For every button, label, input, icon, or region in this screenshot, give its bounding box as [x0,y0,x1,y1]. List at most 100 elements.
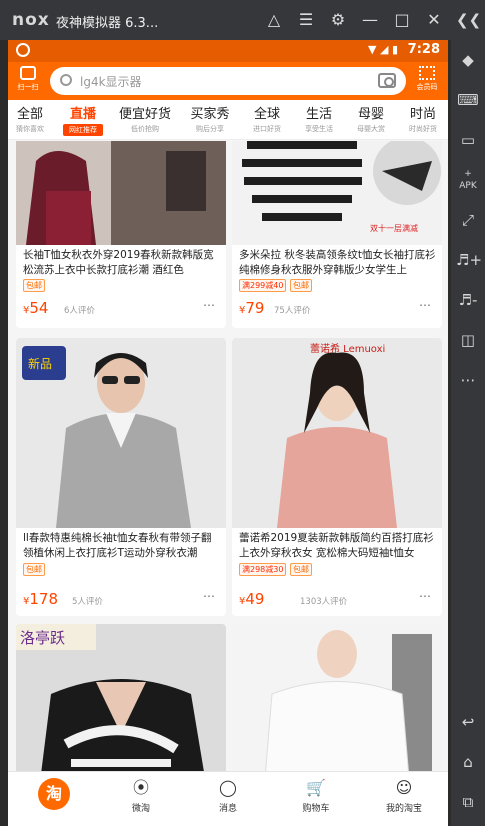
phone-screen: ▼ ◢ ▮ 7:28 扫一扫 lg4k显示器 会员码 全部 猜你喜欢 直播 网红… [8,40,448,826]
category-sub: 进口好货 [253,125,281,133]
more-icon[interactable]: ⋯ [456,368,480,392]
header-bar: 扫一扫 lg4k显示器 会员码 [8,62,448,100]
category-sub: 购后分享 [196,125,224,133]
collapse-icon[interactable]: ❮❮ [456,8,481,32]
category-name: 便宜好货 [118,107,171,122]
member-code-button[interactable]: 会员码 [412,66,442,96]
category-name: 时尚 [409,107,436,122]
apk-icon[interactable]: + APK [456,168,480,192]
product-card[interactable]: 新品 ll春款特惠纯棉长袖t恤女春秋有带领子翻领植休闲上衣打底衫T运动外穿秋衣潮… [16,338,226,616]
qr-code-icon [419,66,435,80]
product-image [16,141,226,245]
tab-label: 消息 [218,804,237,814]
review-count: 5人评价 [72,597,103,607]
tab-category-baby[interactable]: 母婴 母婴大赏 [352,103,390,134]
tab-cart[interactable]: 🛒 购物车 [286,778,346,814]
maximize-icon[interactable]: □ [390,8,414,32]
volume-down-icon[interactable]: ♬- [456,288,480,312]
product-title: 蕾诺希2019夏装新款韩版简约百搭打底衫上衣外穿秋衣女 宽松棉大码短袖t恤女 [239,532,434,559]
category-sub: 低价抢购 [131,125,159,133]
product-title: 长袖T恤女秋衣外穿2019春秋新款韩版宽松流苏上衣中长款打底衫潮 酒红色 [23,249,214,276]
tab-category-global[interactable]: 全球 进口好货 [248,103,286,134]
more-options-icon[interactable]: ⋯ [419,298,432,312]
free-shipping-tag: 包邮 [23,563,45,576]
category-sub: 网红推荐 [63,124,103,136]
discount-tag: 满299减40 [239,279,287,292]
category-name: 母婴 [357,107,384,122]
member-code-label: 会员码 [416,83,438,91]
brand-overlay-text: 洛亭跃 [20,629,65,647]
category-tabs: 全部 猜你喜欢 直播 网红推荐 便宜好货 低价抢购 买家秀 购后分享 全球 进口… [8,100,448,140]
tab-category-buyer-show[interactable]: 买家秀 购后分享 [188,103,232,134]
scan-label: 扫一扫 [17,83,39,91]
taobao-home-icon[interactable]: 淘 [38,778,70,810]
discount-tag-text: 满299减40 [242,281,284,290]
product-price: ¥79 [239,299,264,317]
pin-icon[interactable]: ◆ [456,48,480,72]
category-sub: 享受生活 [305,125,333,133]
brand-overlay-text: 蕾诺希 Lemuoxi [310,342,385,355]
product-price: ¥178 [23,590,58,608]
volume-up-icon[interactable]: ♬+ [456,248,482,272]
camera-icon[interactable] [378,73,396,88]
more-options-icon[interactable]: ⋯ [203,298,216,312]
review-count: 1303人评价 [300,597,348,607]
category-name: 全部 [16,107,43,122]
search-input[interactable]: lg4k显示器 [50,67,406,95]
promo-overlay-text: 新品 [28,356,52,371]
product-image: 双十一层满减 [232,141,442,245]
recents-icon[interactable]: ⧉ [456,790,480,814]
home-icon[interactable]: ⌂ [456,750,480,774]
tab-label: 微淘 [131,804,150,814]
tab-category-fashion[interactable]: 时尚 时尚好货 [404,103,442,134]
price-value: 54 [29,299,49,317]
tab-my-taobao[interactable]: ☺ 我的淘宝 [374,778,434,814]
more-options-icon[interactable]: ⋯ [203,589,216,603]
trash-icon[interactable]: ◫ [456,328,480,352]
bottom-tab-bar: 淘 ⦿ 微淘 ◯ 消息 🛒 购物车 ☺ 我的淘宝 [8,771,448,826]
apk-label: APK [459,181,477,191]
product-card[interactable]: 双十一层满减 多米朵拉 秋冬装高领条纹t恤女长袖打底衫纯棉修身秋衣服外穿韩版少女… [232,141,442,328]
menu-icon[interactable]: ☰ [294,8,318,32]
scan-icon [20,66,36,80]
fullscreen-icon[interactable]: ⤢ [456,208,480,232]
tab-category-all[interactable]: 全部 猜你喜欢 [16,103,44,134]
review-count: 6人评价 [64,306,95,316]
category-sub: 时尚好货 [409,125,437,133]
product-image [232,624,442,771]
cart-icon: 🛒 [306,778,326,797]
user-icon: ☺ [395,778,413,797]
message-icon: ◯ [219,778,237,797]
free-shipping-tag: 包邮 [290,563,312,576]
product-price: ¥49 [239,590,264,608]
more-options-icon[interactable]: ⋯ [419,589,432,603]
product-card[interactable]: 洛亭跃 [16,624,226,771]
emulator-title: 夜神模拟器 6.3... [56,16,159,31]
minimize-icon[interactable]: — [358,8,382,32]
tab-category-live[interactable]: 直播 网红推荐 [63,103,103,136]
keyboard-icon[interactable]: ⌨ [456,88,480,112]
close-icon[interactable]: ✕ [422,8,446,32]
tab-messages[interactable]: ◯ 消息 [198,778,258,814]
product-title: 多米朵拉 秋冬装高领条纹t恤女长袖打底衫纯棉修身秋衣服外穿韩版少女学生上 [239,249,436,276]
tab-category-bargain[interactable]: 便宜好货 低价抢购 [118,103,172,134]
screen-icon[interactable]: ▭ [456,128,480,152]
promo-overlay-text: 双十一层满减 [370,223,418,233]
product-card[interactable] [232,624,442,771]
tab-weitao[interactable]: ⦿ 微淘 [111,778,171,814]
product-card[interactable]: 蕾诺希 Lemuoxi 蕾诺希2019夏装新款韩版简约百搭打底衫上衣外穿秋衣女 … [232,338,442,616]
shirt-icon[interactable]: △ [262,8,286,32]
status-bar: ▼ ◢ ▮ 7:28 [8,40,448,62]
category-name: 生活 [305,107,332,122]
product-image: 洛亭跃 [16,624,226,771]
emulator-side-toolbar: ❮❮ ◆ ⌨ ▭ + APK ⤢ ♬+ ♬- ◫ ⋯ ↩ ⌂ ⧉ [451,0,485,826]
product-card[interactable]: 长袖T恤女秋衣外穿2019春秋新款韩版宽松流苏上衣中长款打底衫潮 酒红色 包邮 … [16,141,226,328]
gear-icon[interactable]: ⚙ [326,8,350,32]
category-sub: 猜你喜欢 [16,125,44,133]
scan-button[interactable]: 扫一扫 [14,66,42,96]
review-count: 75人评价 [274,306,311,316]
tab-category-life[interactable]: 生活 享受生活 [300,103,338,134]
back-icon[interactable]: ↩ [456,710,480,734]
search-placeholder: lg4k显示器 [80,75,142,89]
category-name: 直播 [69,107,96,122]
